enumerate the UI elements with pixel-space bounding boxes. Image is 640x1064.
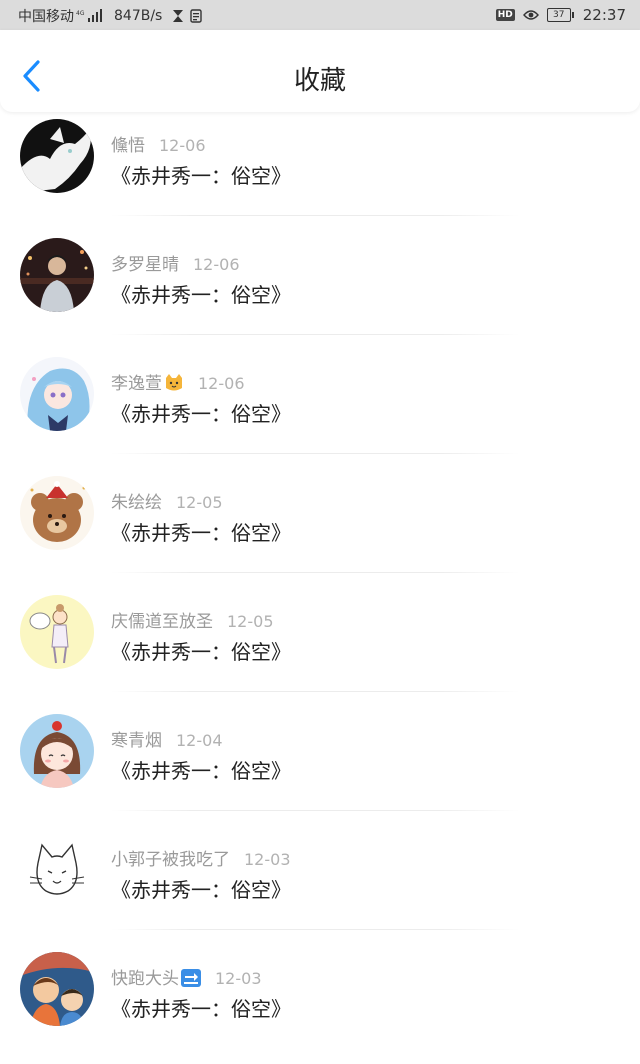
- user-name: 庆儒道至放圣: [111, 612, 213, 632]
- divider: [110, 572, 520, 573]
- avatar[interactable]: [20, 238, 94, 312]
- item-title: 《赤井秀一：俗空》: [111, 402, 291, 426]
- sketch-cat-avatar-icon: [20, 833, 94, 907]
- item-date: 12-06: [198, 374, 245, 393]
- item-meta: 庆儒道至放圣 12-05: [111, 607, 274, 632]
- item-meta: 寒青烟 12-04: [111, 726, 223, 751]
- svg-text:4G: 4G: [76, 10, 85, 17]
- item-title: 《赤井秀一：俗空》: [111, 997, 291, 1021]
- item-date: 12-05: [176, 493, 223, 512]
- list-item[interactable]: 儵悟 12-06 《赤井秀一：俗空》: [0, 112, 640, 231]
- night-street-person-avatar-icon: [20, 238, 94, 312]
- list-item[interactable]: 多罗星晴 12-06 《赤井秀一：俗空》: [0, 231, 640, 350]
- avatar[interactable]: [20, 833, 94, 907]
- signal-icon: 4G: [76, 9, 102, 22]
- clock: 22:37: [582, 6, 626, 24]
- divider: [110, 334, 520, 335]
- user-name: 寒青烟: [111, 731, 162, 751]
- item-date: 12-05: [227, 612, 274, 631]
- bear-with-hat-avatar-icon: [20, 476, 94, 550]
- item-title: 《赤井秀一：俗空》: [111, 759, 291, 783]
- user-name: 李逸萱: [111, 374, 162, 394]
- list-item[interactable]: 快跑大头 12-03 《赤井秀一：俗空》: [0, 945, 640, 1064]
- cartoon-girl-yellow-avatar-icon: [20, 595, 94, 669]
- white-cat-avatar-icon: [20, 119, 94, 193]
- anime-girl-blue-hair-avatar-icon: [20, 357, 94, 431]
- item-date: 12-03: [215, 969, 262, 988]
- divider: [110, 215, 520, 216]
- eye-icon: [522, 10, 539, 20]
- list-item[interactable]: 李逸萱 12-06 《赤井秀一：俗空》: [0, 350, 640, 469]
- cat-face-emoji-icon: [166, 374, 182, 391]
- nav-header: 收藏: [0, 30, 640, 112]
- item-meta: 朱绘绘 12-05: [111, 488, 223, 513]
- item-title: 《赤井秀一：俗空》: [111, 164, 291, 188]
- chibi-girl-blue-avatar-icon: [20, 714, 94, 788]
- list-item[interactable]: 朱绘绘 12-05 《赤井秀一：俗空》: [0, 469, 640, 588]
- list-item[interactable]: 寒青烟 12-04 《赤井秀一：俗空》: [0, 707, 640, 826]
- item-title: 《赤井秀一：俗空》: [111, 521, 291, 545]
- avatar[interactable]: [20, 952, 94, 1026]
- item-meta: 多罗星晴 12-06: [111, 250, 240, 275]
- user-name: 快跑大头: [111, 969, 179, 989]
- user-name: 儵悟: [111, 136, 145, 156]
- item-meta: 儵悟 12-06: [111, 131, 206, 156]
- two-cartoon-kids-avatar-icon: [20, 952, 94, 1026]
- avatar[interactable]: [20, 476, 94, 550]
- avatar[interactable]: [20, 714, 94, 788]
- avatar[interactable]: [20, 119, 94, 193]
- avatar[interactable]: [20, 595, 94, 669]
- page-title: 收藏: [293, 66, 346, 96]
- item-meta: 小郭子被我吃了 12-03: [111, 845, 291, 870]
- status-left: 中国移动 4G 847B/s: [18, 6, 203, 26]
- status-bar: 中国移动 4G 847B/s HD 37 22:37: [0, 0, 640, 30]
- list-item[interactable]: 庆儒道至放圣 12-05 《赤井秀一：俗空》: [0, 588, 640, 707]
- soon-arrow-emoji-icon: [181, 969, 201, 987]
- status-right: HD 37 22:37: [495, 6, 626, 24]
- divider: [110, 453, 520, 454]
- list-item[interactable]: 小郭子被我吃了 12-03 《赤井秀一：俗空》: [0, 826, 640, 945]
- divider: [110, 691, 520, 692]
- item-date: 12-03: [244, 850, 291, 869]
- clipboard-icon: [190, 9, 203, 23]
- item-meta: 快跑大头 12-03: [111, 964, 262, 989]
- item-date: 12-06: [193, 255, 240, 274]
- user-name: 多罗星晴: [111, 255, 179, 275]
- user-name: 小郭子被我吃了: [111, 850, 230, 870]
- divider: [110, 810, 520, 811]
- hourglass-icon: [173, 10, 184, 22]
- item-date: 12-06: [159, 136, 206, 155]
- item-date: 12-04: [176, 731, 223, 750]
- item-meta: 李逸萱 12-06: [111, 369, 245, 394]
- carrier-label: 中国移动: [18, 9, 74, 25]
- divider: [110, 929, 520, 930]
- user-name: 朱绘绘: [111, 493, 162, 513]
- battery-icon: 37: [546, 8, 574, 22]
- item-title: 《赤井秀一：俗空》: [111, 640, 291, 664]
- hd-badge: HD: [495, 9, 515, 21]
- network-speed: 847B/s: [114, 8, 163, 24]
- item-title: 《赤井秀一：俗空》: [111, 283, 291, 307]
- item-title: 《赤井秀一：俗空》: [111, 878, 291, 902]
- avatar[interactable]: [20, 357, 94, 431]
